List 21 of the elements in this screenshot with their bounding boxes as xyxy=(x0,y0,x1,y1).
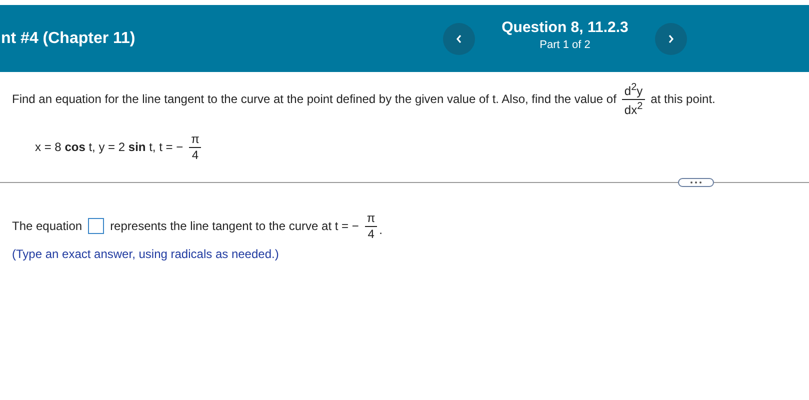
hint-text: (Type an exact answer, using radicals as needed.) xyxy=(11,246,280,263)
answer-field[interactable] xyxy=(88,218,104,234)
more-button[interactable] xyxy=(678,178,714,187)
fraction-numerator: d$^{2}$y xyxy=(622,80,645,100)
question-text-end: at this point. xyxy=(650,92,716,106)
part-label: Part 1 of 2 xyxy=(540,38,590,50)
period-text: . xyxy=(379,222,383,236)
fraction-denominator: 4 xyxy=(368,227,374,241)
answer-text: The equation xyxy=(12,218,82,232)
given-equations: x = 8 cos t, y = 2 sin t, t = − xyxy=(35,140,184,154)
fraction-numerator: π xyxy=(189,131,202,148)
assignment-title: nt #4 (Chapter 11) xyxy=(1,30,136,48)
question-text: Find an equation for the line tangent to the curve at the point defined by the given value of t. Also, find the value of xyxy=(12,92,616,106)
chevron-left-icon xyxy=(455,34,463,44)
answer-text-continued: represents the line tangent to the curve at t = − xyxy=(110,218,359,232)
fraction-denominator: 4 xyxy=(192,148,199,162)
question-title: Question 8, 11.2.3 xyxy=(502,18,628,36)
fraction-denominator: dx$^{2}$ xyxy=(624,100,643,117)
chevron-right-icon xyxy=(667,34,675,44)
dots-icon xyxy=(690,181,702,184)
fraction-numerator: π xyxy=(364,210,378,227)
